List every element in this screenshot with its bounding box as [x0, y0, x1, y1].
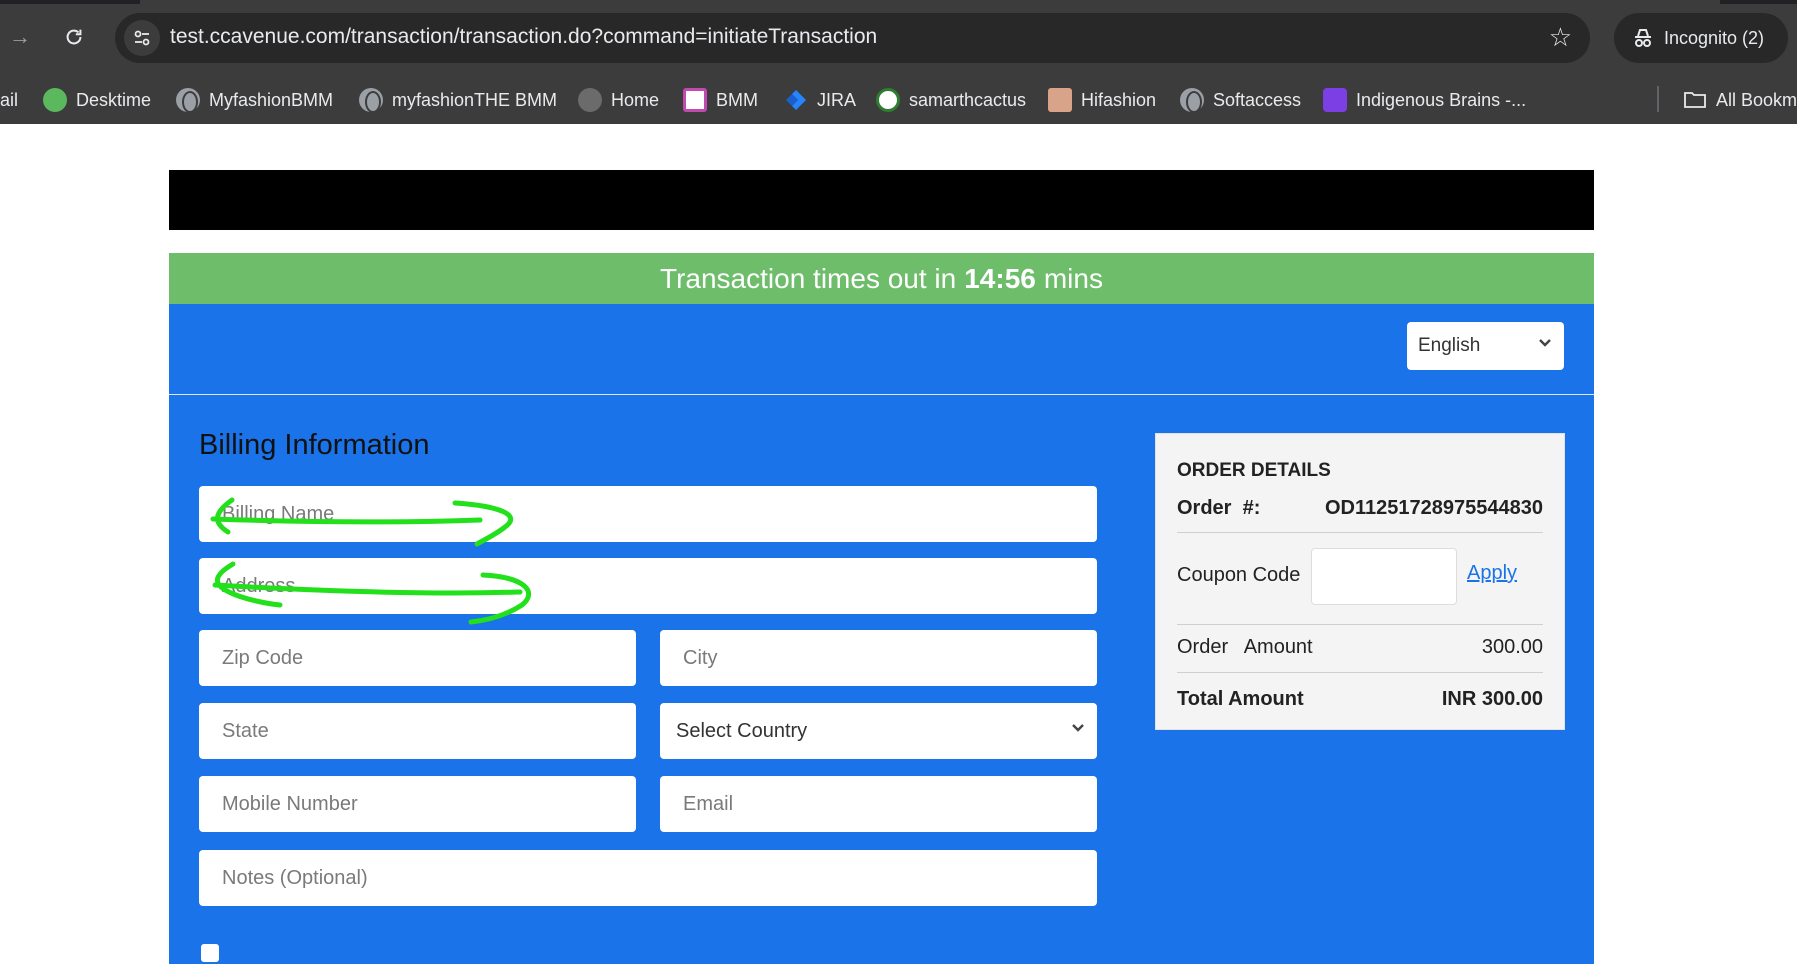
incognito-label: Incognito (2)	[1664, 27, 1765, 48]
terms-checkbox[interactable]	[201, 944, 219, 962]
bookmarks-bar: ail Desktime MyfashionBMM myfashionTHE B…	[0, 76, 1797, 124]
email-input[interactable]: Email	[660, 776, 1097, 832]
incognito-icon	[1635, 29, 1651, 47]
zip-code-input[interactable]: Zip Code	[199, 630, 636, 686]
timeout-countdown: 14:56	[964, 262, 1036, 294]
site-info-icon[interactable]	[124, 20, 160, 56]
divider	[1177, 624, 1543, 625]
apply-coupon-link[interactable]: Apply	[1467, 562, 1517, 585]
total-amount-row: Total Amount INR 300.00	[1177, 688, 1543, 710]
section-divider	[169, 394, 1594, 395]
address-input[interactable]: Address	[199, 558, 1097, 614]
bookmark-home[interactable]: Home	[578, 76, 659, 124]
folder-icon	[1684, 92, 1706, 108]
bookmark-indigenous-brains[interactable]: Indigenous Brains -...	[1323, 76, 1526, 124]
bookmark-jira[interactable]: JIRA	[784, 76, 856, 124]
bookmark-myfashion-the-bmm[interactable]: myfashionTHE BMM	[359, 76, 557, 124]
country-select[interactable]: Select Country	[660, 703, 1097, 759]
bookmarks-divider	[1657, 86, 1659, 112]
city-input[interactable]: City	[660, 630, 1097, 686]
hifashion-icon	[1048, 88, 1072, 112]
order-number-row: Order #: OD11251728975544830	[1177, 497, 1543, 519]
globe-icon	[1180, 88, 1204, 113]
jira-icon	[786, 90, 806, 110]
state-input[interactable]: State	[199, 703, 636, 759]
cactus-icon	[876, 88, 900, 112]
mobile-number-input[interactable]: Mobile Number	[199, 776, 636, 832]
billing-title: Billing Information	[199, 429, 430, 461]
bookmark-samarthcactus[interactable]: samarthcactus	[876, 76, 1026, 124]
order-details-title: ORDER DETAILS	[1177, 460, 1331, 481]
all-bookmarks[interactable]: All Bookm	[1683, 76, 1797, 124]
desktime-icon	[43, 88, 67, 112]
payment-page: Transaction times out in 14:56 mins Engl…	[0, 124, 1797, 964]
order-details-card: ORDER DETAILS Order #: OD112517289755448…	[1155, 433, 1565, 730]
timeout-banner: Transaction times out in 14:56 mins	[169, 253, 1594, 304]
billing-name-input[interactable]: Billing Name	[199, 486, 1097, 542]
order-amount-row: Order Amount 300.00	[1177, 636, 1543, 658]
language-select[interactable]: English	[1407, 322, 1564, 370]
divider	[1177, 672, 1543, 673]
bookmark-mail[interactable]: ail	[0, 76, 18, 124]
chevron-down-icon	[1538, 335, 1552, 353]
globe-icon	[578, 88, 602, 112]
merchant-header	[169, 170, 1594, 230]
bmm-icon	[683, 88, 707, 112]
bookmark-desktime[interactable]: Desktime	[43, 76, 151, 124]
bookmark-softaccess[interactable]: Softaccess	[1180, 76, 1301, 124]
bookmark-star-icon[interactable]: ☆	[1549, 23, 1572, 51]
forward-icon[interactable]: →	[2, 19, 38, 55]
incognito-button[interactable]: Incognito (2)	[1614, 13, 1788, 63]
order-number: OD11251728975544830	[1325, 497, 1543, 519]
coupon-label: Coupon Code	[1177, 564, 1301, 586]
bookmark-hifashion[interactable]: Hifashion	[1048, 76, 1156, 124]
url-text[interactable]: test.ccavenue.com/transaction/transactio…	[170, 25, 877, 49]
order-amount: 300.00	[1481, 636, 1543, 658]
tab-strip	[0, 0, 1797, 4]
divider	[1177, 532, 1543, 533]
indigenous-brains-icon	[1323, 88, 1347, 112]
chevron-down-icon	[1071, 720, 1085, 738]
bookmark-bmm[interactable]: BMM	[683, 76, 758, 124]
total-amount: INR 300.00	[1441, 688, 1543, 710]
globe-icon	[176, 88, 200, 113]
browser-toolbar: → test.ccavenue.com/transaction/transact…	[0, 0, 1797, 76]
reload-icon[interactable]	[56, 19, 92, 55]
globe-icon	[359, 88, 383, 113]
bookmark-myfashionbmm[interactable]: MyfashionBMM	[176, 76, 333, 124]
address-bar[interactable]: test.ccavenue.com/transaction/transactio…	[115, 13, 1590, 63]
billing-panel: English Billing Information Billing Name…	[169, 304, 1594, 964]
coupon-code-input[interactable]	[1311, 548, 1457, 605]
notes-input[interactable]: Notes (Optional)	[199, 850, 1097, 906]
